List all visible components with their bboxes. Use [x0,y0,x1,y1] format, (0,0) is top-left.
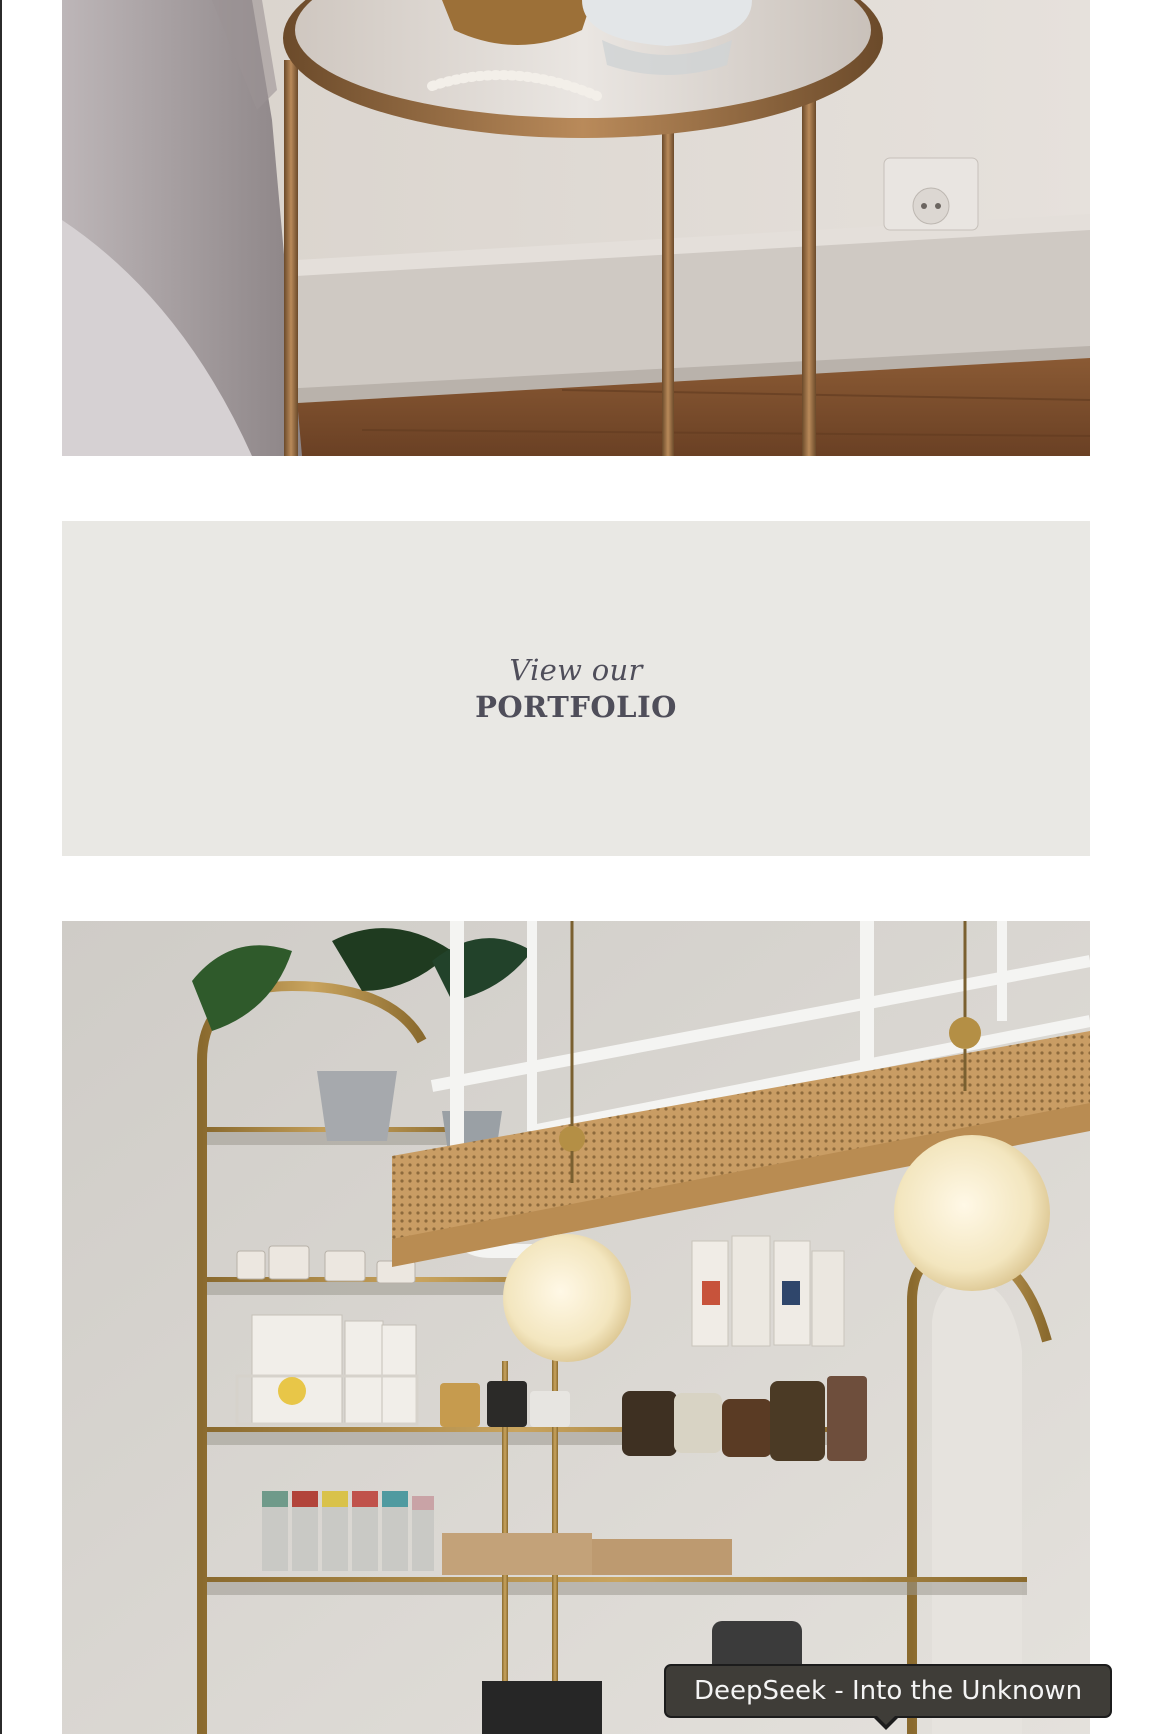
portfolio-kicker: View our [509,653,643,688]
portfolio-title: PORTFOLIO [475,689,677,724]
page: View our PORTFOLIO DeepSeek - Into the U… [0,0,1152,1734]
tooltip-arrow-inner [875,1714,897,1725]
side-table-photo [62,0,1090,456]
hover-tooltip: DeepSeek - Into the Unknown [664,1664,1113,1718]
view-portfolio-link[interactable]: View our PORTFOLIO [62,521,1090,856]
window-edge [0,0,2,1734]
cafe-shelving-photo [62,921,1090,1734]
